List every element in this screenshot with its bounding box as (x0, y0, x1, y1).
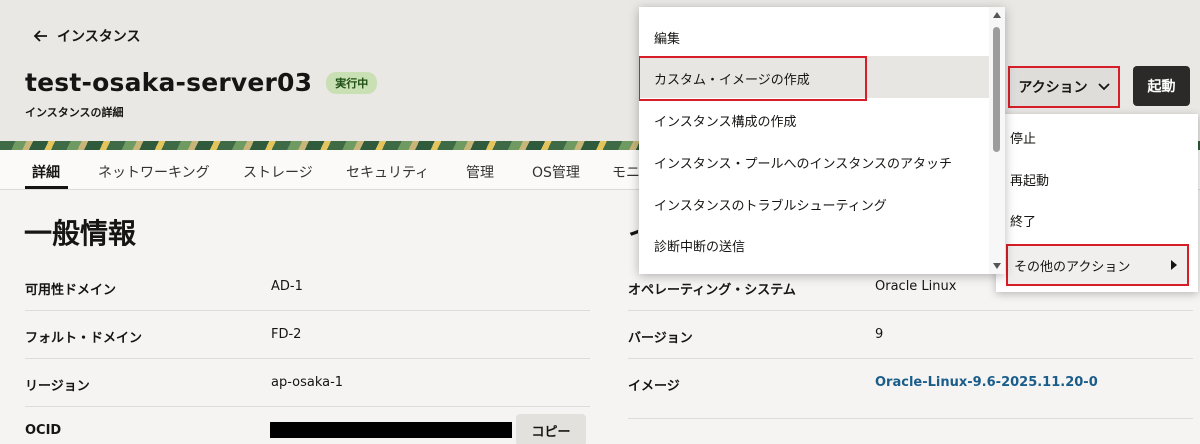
menu-item-reboot[interactable]: 再起動 (1010, 170, 1049, 189)
menu-item-terminate[interactable]: 終了 (1010, 211, 1036, 230)
row-divider (25, 310, 590, 311)
ocid-label: OCID (25, 423, 62, 438)
active-tab-indicator (25, 186, 68, 189)
image-label: イメージ (628, 379, 680, 394)
row-divider (628, 310, 1193, 311)
title-row: test-osaka-server03 実行中 (25, 68, 378, 97)
version-label: バージョン (628, 331, 693, 346)
availability-domain-value: AD-1 (271, 279, 303, 294)
chevron-down-icon (1098, 83, 1110, 91)
arrow-left-icon (33, 30, 47, 42)
status-badge: 実行中 (326, 71, 378, 94)
tab-storage[interactable]: ストレージ (243, 162, 313, 182)
tab-monitoring[interactable]: モニ (612, 162, 640, 182)
submenu-item-troubleshoot[interactable]: インスタンスのトラブルシューティング (654, 195, 887, 214)
availability-domain-label: 可用性ドメイン (25, 283, 117, 298)
menu-item-more-actions[interactable]: その他のアクション (1006, 244, 1189, 286)
scroll-down-icon[interactable] (993, 263, 1001, 269)
tab-os-management[interactable]: OS管理 (532, 162, 580, 182)
start-button[interactable]: 起動 (1133, 66, 1190, 106)
more-actions-label: その他のアクション (1014, 259, 1131, 275)
page-subtitle: インスタンスの詳細 (25, 106, 124, 119)
submenu-scrollbar[interactable] (989, 7, 1005, 274)
fault-domain-label: フォルト・ドメイン (25, 331, 143, 346)
fault-domain-value: FD-2 (271, 327, 302, 342)
copy-ocid-button[interactable]: コピー (516, 414, 586, 444)
back-to-instances-link[interactable]: インスタンス (33, 26, 140, 46)
page-title: test-osaka-server03 (25, 68, 313, 97)
version-value: 9 (875, 327, 884, 342)
submenu-item-create-instance-config[interactable]: インスタンス構成の作成 (654, 111, 796, 130)
row-divider (628, 358, 1193, 359)
ocid-redacted-value (270, 422, 512, 438)
submenu-item-edit[interactable]: 編集 (654, 28, 680, 47)
tab-management[interactable]: 管理 (466, 162, 494, 182)
image-link[interactable]: Oracle-Linux-9.6-2025.11.20-0 (875, 375, 1098, 390)
image-info-heading: イ (628, 212, 638, 252)
tab-networking[interactable]: ネットワーキング (98, 162, 210, 182)
scroll-up-icon[interactable] (993, 12, 1001, 18)
back-link-label: インスタンス (57, 29, 141, 45)
actions-dropdown-button[interactable]: アクション (1008, 66, 1120, 108)
row-divider (25, 406, 590, 407)
submenu-item-send-diagnostic-interrupt[interactable]: 診断中断の送信 (654, 236, 745, 255)
row-divider (628, 418, 1193, 419)
caret-right-icon (1171, 260, 1177, 270)
menu-item-stop[interactable]: 停止 (1010, 128, 1036, 147)
highlight-box (639, 56, 867, 101)
submenu-item-attach-to-pool[interactable]: インスタンス・プールへのインスタンスのアタッチ (654, 153, 952, 172)
tab-security[interactable]: セキュリティ (346, 162, 429, 182)
region-value: ap-osaka-1 (271, 375, 344, 390)
row-divider (25, 358, 590, 359)
region-label: リージョン (25, 379, 90, 394)
actions-menu: 停止 再起動 終了 その他のアクション (996, 114, 1198, 292)
tab-details[interactable]: 詳細 (32, 162, 60, 182)
general-info-heading: 一般情報 (24, 217, 137, 250)
actions-button-label: アクション (1018, 80, 1088, 96)
more-actions-submenu: 編集 カスタム・イメージの作成 インスタンス構成の作成 インスタンス・プールへの… (639, 7, 1005, 274)
os-label: オペレーティング・システム (628, 283, 796, 298)
scroll-thumb[interactable] (993, 27, 1000, 152)
os-value: Oracle Linux (875, 279, 957, 294)
